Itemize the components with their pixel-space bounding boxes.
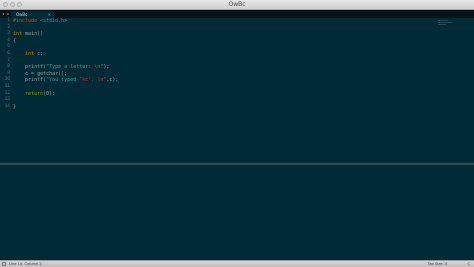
code-token: <stdio.h> <box>40 18 68 24</box>
syntax-selector[interactable]: C <box>467 261 470 267</box>
code-token: { <box>13 37 17 44</box>
line-number: 1 <box>7 18 10 23</box>
code-token: ,c); <box>106 77 119 84</box>
minimap[interactable] <box>438 20 452 26</box>
tab-nav-arrows-icon[interactable]: ◂ ▸ <box>2 10 10 18</box>
code-line[interactable]: } <box>13 104 413 110</box>
title-bar: OwBc <box>0 0 474 10</box>
line-number: 8 <box>7 64 10 70</box>
code-line[interactable]: printf("You typed '%c'. \n",c); <box>13 77 413 83</box>
line-number: 11 <box>4 84 10 89</box>
code-line[interactable]: c = getchar(); <box>13 71 413 77</box>
tab-bar: ◂ ▸ OwBc × <box>0 10 474 18</box>
tab-size-selector[interactable]: Tab Size: 4 <box>428 261 447 267</box>
code-token: } <box>13 103 17 110</box>
code-token: c = getchar(); <box>13 70 68 77</box>
status-bar: Line 14, Column 2 Tab Size: 4 C <box>0 260 474 267</box>
code-token: main <box>25 31 38 38</box>
tab-label: OwBc <box>16 12 28 17</box>
line-number: 2 <box>7 24 10 30</box>
code-line[interactable]: int c; <box>13 51 413 57</box>
line-number: 7 <box>7 57 10 63</box>
code-token: '. <box>88 77 98 84</box>
editor-window: OwBc ◂ ▸ OwBc × 1 2 3 4 5 6 7 8 9 10 11 12 13 14 #inc… <box>0 0 474 267</box>
code-token: return <box>25 90 44 97</box>
code-line[interactable] <box>13 44 413 50</box>
tab-owbc[interactable]: OwBc × <box>11 11 54 18</box>
code-token: #include <box>13 18 41 24</box>
line-number: 12 <box>4 90 10 96</box>
code-token: printf( <box>13 64 47 71</box>
code-line[interactable] <box>13 84 413 90</box>
line-number: 10 <box>4 77 10 83</box>
line-number: 3 <box>7 31 10 37</box>
code-token: int <box>13 31 26 38</box>
output-panel[interactable] <box>0 165 474 260</box>
close-tab-icon[interactable]: × <box>48 11 51 18</box>
code-line[interactable]: #include <stdio.h> <box>13 18 413 24</box>
window-title: OwBc <box>228 1 246 8</box>
cursor-position: Line 14, Column 2 <box>9 262 42 266</box>
line-number: 5 <box>7 44 10 50</box>
code-token: int <box>25 51 38 57</box>
code-line[interactable]: int main() <box>13 31 413 37</box>
code-token: ); <box>103 64 110 71</box>
line-number: 6 <box>7 51 10 56</box>
line-number: 9 <box>7 70 10 76</box>
code-token: c; <box>37 51 44 57</box>
code-token: (0); <box>43 90 56 97</box>
code-line[interactable]: printf("Type a letter: \n"); <box>13 64 413 70</box>
code-token: printf( <box>13 77 47 84</box>
code-line[interactable] <box>13 25 413 31</box>
panel-toggle-icon[interactable] <box>2 262 6 266</box>
code-token: "Type a letter: <box>46 64 95 71</box>
code-line[interactable] <box>13 58 413 64</box>
line-number: 14 <box>4 103 10 109</box>
line-number: 13 <box>4 97 10 103</box>
code-token: () <box>37 31 44 38</box>
code-token: "You typed ' <box>46 77 83 84</box>
code-line[interactable] <box>13 97 413 103</box>
line-number: 4 <box>7 37 10 43</box>
code-area[interactable]: #include <stdio.h> int main(){ int c; pri… <box>13 18 413 163</box>
line-number-gutter: 1 2 3 4 5 6 7 8 9 10 11 12 13 14 <box>0 18 12 163</box>
code-line[interactable]: return(0); <box>13 91 413 97</box>
code-line[interactable]: { <box>13 38 413 44</box>
code-editor[interactable]: 1 2 3 4 5 6 7 8 9 10 11 12 13 14 #include <stdio.h> in… <box>0 18 474 163</box>
